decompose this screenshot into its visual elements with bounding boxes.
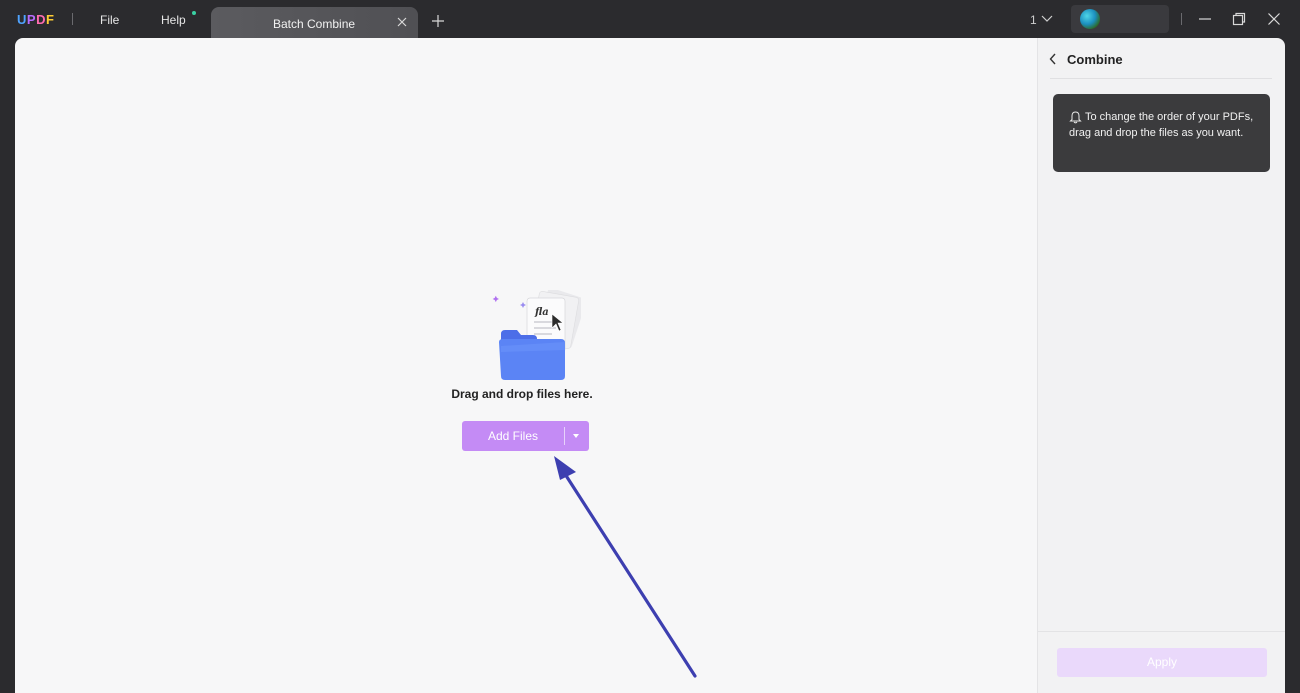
menu-separator (72, 13, 73, 25)
close-icon[interactable] (1267, 12, 1281, 26)
menu-help[interactable]: Help (161, 13, 186, 27)
tab-batch-combine[interactable]: Batch Combine (211, 7, 418, 38)
chevron-down-icon[interactable] (1041, 14, 1053, 24)
help-notification-dot (192, 11, 196, 15)
close-icon[interactable] (396, 16, 408, 28)
menu-file[interactable]: File (100, 13, 119, 27)
avatar (1080, 9, 1100, 29)
annotation-arrow (554, 456, 697, 678)
drop-instruction: Drag and drop files here. (451, 387, 593, 401)
restore-icon[interactable] (1232, 12, 1246, 26)
add-files-label: Add Files (487, 429, 539, 443)
tab-title: Batch Combine (273, 17, 356, 31)
caret-down-icon[interactable] (564, 421, 589, 451)
add-files-button[interactable]: Add Files (462, 421, 589, 451)
drop-zone[interactable]: fla Drag and drop files here. Add Files (15, 38, 1037, 693)
updf-logo[interactable]: UPDF (17, 12, 54, 27)
title-bar: UPDF File Help Batch Combine 1 (0, 0, 1300, 38)
footer-divider (1038, 631, 1285, 632)
panel-header: Combine (1038, 38, 1285, 79)
tip-text: To change the order of your PDFs, drag a… (1069, 111, 1254, 139)
tip-box: To change the order of your PDFs, drag a… (1053, 94, 1270, 172)
window-separator (1181, 13, 1182, 25)
header-divider (1050, 78, 1272, 79)
chevron-left-icon[interactable] (1049, 53, 1057, 65)
page-count[interactable]: 1 (1030, 13, 1037, 27)
minimize-icon[interactable] (1198, 12, 1212, 26)
plus-icon[interactable] (432, 15, 444, 27)
panel-title: Combine (1067, 52, 1123, 67)
svg-text:fla: fla (534, 307, 549, 318)
folder-documents-icon: fla (492, 290, 581, 380)
apply-button[interactable]: Apply (1057, 648, 1267, 677)
account-button[interactable] (1071, 5, 1169, 33)
combine-panel: Combine To change the order of your PDFs… (1037, 38, 1285, 693)
